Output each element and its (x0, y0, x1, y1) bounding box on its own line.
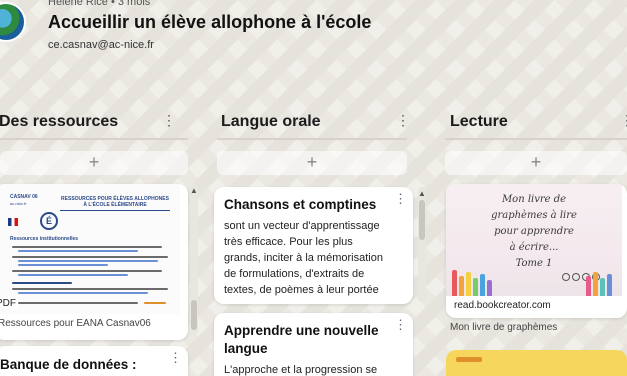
pencil-icon (473, 278, 478, 296)
doc-text-line (12, 288, 168, 290)
card-body-line: de formulations, d'extraits de (224, 268, 365, 280)
attachment-caption: Ressources pour EANA Casnav06 (0, 318, 151, 329)
doc-text-line (18, 302, 138, 304)
post-card-chansons[interactable]: Chansons et comptines ⋮ sont un vecteur … (214, 187, 413, 304)
doc-org-sub: ac-nice.fr (10, 201, 27, 206)
board-subtitle: ce.casnav@ac-nice.fr (48, 39, 154, 51)
board-title: Accueillir un élève allophone à l'école (48, 12, 372, 32)
card-title: Chansons et comptines (224, 197, 377, 212)
scrollbar-thumb[interactable] (419, 200, 425, 240)
card-title: Apprendre une nouvelle (224, 323, 379, 338)
doc-link-line (18, 250, 138, 252)
pencil-icon (607, 274, 612, 296)
image-badge (456, 357, 482, 362)
doc-link-line (18, 274, 128, 276)
pencil-icon (487, 280, 492, 296)
post-card-banque[interactable]: Banque de données : ⋮ (0, 346, 188, 376)
card-menu-icon[interactable]: ⋮ (394, 192, 407, 205)
doc-text-line (12, 256, 168, 258)
pencil-icon (459, 276, 464, 296)
doc-text-line (12, 270, 162, 272)
doc-heading-rule (60, 210, 170, 211)
avatar[interactable] (0, 2, 26, 42)
pencil-icon (600, 278, 605, 296)
card-body-line: sont un vecteur d'apprentissage (224, 220, 380, 232)
pencil-icon (452, 270, 457, 296)
link-url[interactable]: read.bookcreator.com (446, 296, 622, 318)
card-title: Banque de données : (0, 357, 137, 372)
post-card-lecture[interactable]: Mon livre de graphèmes à lire pour appre… (446, 184, 627, 318)
doc-link-line (18, 292, 148, 294)
book-cover-text: Mon livre de graphèmes à lire pour appre… (491, 194, 577, 269)
board-author: Hélène Rice • 3 mois (48, 0, 151, 8)
doc-link-line (18, 260, 158, 262)
doc-highlight-line (144, 302, 166, 304)
post-card-ressources[interactable]: CASNAV 06 ac-nice.fr RESSOURCES POUR ÉLÈ… (0, 184, 188, 340)
doc-link-line (18, 264, 108, 266)
document-preview: CASNAV 06 ac-nice.fr RESSOURCES POUR ÉLÈ… (0, 184, 180, 314)
column-menu-icon[interactable]: ⋮ (162, 113, 176, 133)
add-post-button[interactable]: + (445, 151, 627, 175)
link-caption: Mon livre de graphèmes (450, 322, 558, 333)
republique-logo-icon (8, 216, 34, 228)
column-menu-icon[interactable]: ⋮ (396, 113, 410, 133)
pencil-icon (593, 272, 598, 296)
scroll-up-icon[interactable]: ▲ (417, 189, 427, 198)
post-card-image[interactable] (446, 350, 627, 376)
card-body-line: L'approche et la progression se (224, 364, 378, 376)
add-post-button[interactable]: + (217, 151, 407, 175)
doc-org: CASNAV 06 (10, 194, 38, 200)
file-type-tag: PDF (0, 298, 18, 309)
card-body-line: grands, inciter à la mémorisation (224, 252, 383, 264)
card-body-line: textes, de poèmes à leur portée (224, 284, 379, 296)
board-header: Hélène Rice • 3 mois Accueillir un élève… (0, 0, 627, 70)
scroll-up-icon[interactable]: ▲ (189, 186, 199, 195)
card-body-line: très efficace. Pour les plus (224, 236, 353, 248)
book-cover-image: Mon livre de graphèmes à lire pour appre… (446, 184, 622, 296)
pencil-icon (466, 272, 471, 296)
post-card-apprendre[interactable]: Apprendre une nouvelle langue ⋮ L'approc… (214, 313, 413, 376)
card-menu-icon[interactable]: ⋮ (394, 318, 407, 331)
column-title-ressources[interactable]: Des ressources (0, 113, 118, 137)
doc-text-line (12, 246, 162, 248)
card-title: langue (224, 341, 268, 356)
doc-text-line (12, 282, 72, 284)
column-divider (445, 138, 627, 140)
doc-heading: RESSOURCES POUR ÉLÈVES ALLOPHONES À L'ÉC… (61, 196, 169, 208)
card-menu-icon[interactable]: ⋮ (169, 351, 182, 364)
column-title-lecture[interactable]: Lecture (450, 113, 508, 137)
column-divider (217, 138, 407, 140)
add-post-button[interactable]: + (0, 151, 188, 175)
pencil-icon (586, 276, 591, 296)
academy-logo-icon: É (40, 212, 58, 230)
doc-section-title: Ressources institutionnelles (10, 236, 79, 242)
scrollbar-thumb[interactable] (191, 300, 197, 330)
column-title-langue-orale[interactable]: Langue orale (221, 113, 321, 137)
column-divider (0, 138, 188, 140)
column-menu-icon[interactable]: ⋮ (620, 113, 627, 133)
pencil-icon (480, 274, 485, 296)
